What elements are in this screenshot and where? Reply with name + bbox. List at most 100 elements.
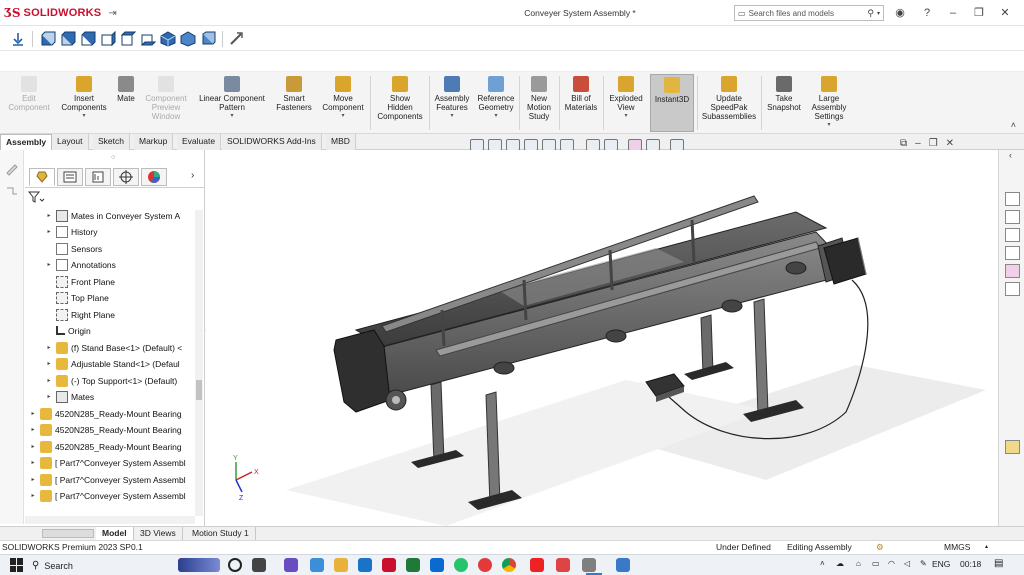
- chevron-up-icon[interactable]: ▴: [985, 541, 988, 554]
- file-explorer-icon[interactable]: [1005, 228, 1020, 242]
- document-close-icon[interactable]: ✕: [946, 138, 954, 149]
- expand-icon[interactable]: ▸: [29, 410, 37, 417]
- taskbar-search[interactable]: ⚲ Search: [32, 558, 172, 573]
- chrome-icon[interactable]: [502, 558, 516, 572]
- tree-node-part[interactable]: ▸[ Part7^Conveyer System Assembl: [29, 488, 186, 503]
- tree-node-annotations[interactable]: ▸ Annotations: [45, 257, 116, 272]
- trimetric-view-icon[interactable]: [180, 31, 196, 47]
- tree-node-component[interactable]: ▸ Adjustable Stand<1> (Defaul: [45, 356, 180, 371]
- show-hidden-components-button[interactable]: Show Hidden Components: [373, 74, 427, 132]
- left-view-icon[interactable]: [80, 31, 96, 47]
- exploded-view-button[interactable]: Exploded View ▾: [605, 74, 647, 132]
- expand-icon[interactable]: ▸: [29, 492, 37, 499]
- mate-button[interactable]: Mate: [113, 74, 139, 132]
- tab-dimxpert[interactable]: [113, 168, 139, 186]
- chevron-down-icon[interactable]: ▾: [56, 112, 112, 121]
- pin-icon[interactable]: ⇥: [108, 8, 116, 19]
- tree-horizontal-scrollbar[interactable]: [25, 516, 195, 524]
- battery-icon[interactable]: ▭: [872, 559, 880, 568]
- expand-icon[interactable]: ▸: [29, 476, 37, 483]
- tray-chevron-icon[interactable]: ˄: [820, 559, 825, 568]
- take-snapshot-button[interactable]: Take Snapshot: [763, 74, 805, 132]
- document-restore-icon[interactable]: ❐: [929, 138, 938, 149]
- search-scope-icon[interactable]: ▭: [738, 9, 746, 18]
- front-view-icon[interactable]: [40, 31, 56, 47]
- assembly-features-button[interactable]: Assembly Features ▾: [432, 74, 472, 132]
- tab-feature-tree[interactable]: [29, 168, 55, 186]
- instant3d-button[interactable]: Instant3D: [650, 74, 694, 132]
- expand-icon[interactable]: ▸: [45, 228, 53, 235]
- search-dropdown-icon[interactable]: ▾: [877, 10, 880, 17]
- tab-mbd[interactable]: MBD: [326, 134, 356, 150]
- instant3d-task-icon[interactable]: [1005, 440, 1020, 454]
- appearances-icon[interactable]: [1005, 264, 1020, 278]
- cloud-icon[interactable]: ☁: [836, 559, 844, 568]
- tree-node-right-plane[interactable]: Right Plane: [45, 307, 115, 322]
- isometric-view-icon[interactable]: [160, 31, 176, 47]
- whatsapp-icon[interactable]: [454, 558, 468, 572]
- graphics-area[interactable]: Y X Z: [206, 150, 998, 526]
- edit-component-button[interactable]: Edit Component: [4, 74, 54, 132]
- chevron-down-icon[interactable]: ▾: [194, 112, 270, 121]
- wifi-icon[interactable]: ◠: [888, 559, 895, 568]
- tab-evaluate[interactable]: Evaluate: [177, 134, 222, 150]
- custom-properties-icon[interactable]: [1005, 282, 1020, 296]
- expand-icon[interactable]: ▸: [45, 212, 53, 219]
- design-library-icon[interactable]: [1005, 210, 1020, 224]
- youtube-icon[interactable]: [530, 558, 544, 572]
- tab-configuration-manager[interactable]: [85, 168, 111, 186]
- tile-icon[interactable]: ⧉: [900, 138, 907, 149]
- tree-node-mates-folder[interactable]: ▸ Mates in Conveyer System A: [45, 208, 180, 223]
- linear-component-pattern-button[interactable]: Linear Component Pattern ▾: [194, 74, 270, 132]
- notifications-icon[interactable]: ▤: [994, 558, 1003, 569]
- expand-icon[interactable]: ▸: [45, 377, 53, 384]
- document-minimize-icon[interactable]: –: [915, 138, 921, 149]
- tree-node-bearing[interactable]: ▸ 4520N285_Ready-Mount Bearing: [29, 422, 182, 437]
- tree-node-bearing[interactable]: ▸ 4520N285_Ready-Mount Bearing: [29, 439, 182, 454]
- search-box[interactable]: ▭ Search files and models ⚲ ▾: [734, 5, 884, 21]
- bill-of-materials-button[interactable]: Bill of Materials: [561, 74, 601, 132]
- tree-node-bearing[interactable]: ▸ 4520N285_Ready-Mount Bearing: [29, 406, 182, 421]
- dimension-icon[interactable]: [5, 184, 19, 198]
- app-icon[interactable]: [582, 558, 596, 572]
- network-icon[interactable]: ⌂: [856, 559, 861, 568]
- tree-vertical-scrollbar[interactable]: [195, 210, 203, 516]
- photos-icon[interactable]: [616, 558, 630, 572]
- word-icon[interactable]: [358, 558, 372, 572]
- smart-fasteners-button[interactable]: Smart Fasteners: [272, 74, 316, 132]
- tree-node-front-plane[interactable]: Front Plane: [45, 274, 115, 289]
- opera-icon[interactable]: [478, 558, 492, 572]
- tab-sketch[interactable]: Sketch: [93, 134, 130, 150]
- expand-icon[interactable]: ▸: [45, 393, 53, 400]
- chevron-right-icon[interactable]: ›: [191, 170, 194, 181]
- move-component-button[interactable]: Move Component ▾: [318, 74, 368, 132]
- expand-icon[interactable]: ▸: [29, 426, 37, 433]
- volume-icon[interactable]: ◁: [904, 559, 910, 568]
- solidworks-logo[interactable]: ƷS SOLIDWORKS ⇥: [4, 5, 117, 21]
- units-selector[interactable]: MMGS: [944, 541, 970, 554]
- tree-node-part[interactable]: ▸[ Part7^Conveyer System Assembl: [29, 472, 186, 487]
- tree-node-history[interactable]: ▸ History: [45, 224, 97, 239]
- tab-3d-views[interactable]: 3D Views: [134, 527, 183, 540]
- tree-node-mates[interactable]: ▸ Mates: [45, 389, 94, 404]
- view-palette-icon[interactable]: [1005, 246, 1020, 260]
- expand-icon[interactable]: ▸: [45, 261, 53, 268]
- windows-start-icon[interactable]: [10, 558, 24, 572]
- outlook-icon[interactable]: [430, 558, 444, 572]
- edge-icon[interactable]: [310, 558, 324, 572]
- tab-model[interactable]: Model: [96, 527, 134, 540]
- collapse-ribbon-icon[interactable]: ˄: [1011, 120, 1016, 130]
- chevron-down-icon[interactable]: ▾: [806, 121, 852, 130]
- expand-icon[interactable]: ▸: [29, 443, 37, 450]
- filter-icon[interactable]: [27, 190, 45, 204]
- user-icon[interactable]: ◉: [893, 6, 907, 20]
- tab-scroll-controls[interactable]: [42, 529, 94, 538]
- tab-assembly[interactable]: Assembly: [0, 134, 53, 150]
- expand-icon[interactable]: ▸: [45, 360, 53, 367]
- back-view-icon[interactable]: [60, 31, 76, 47]
- chevron-down-icon[interactable]: ▾: [474, 112, 518, 121]
- restore-icon[interactable]: ❐: [972, 6, 986, 20]
- tab-display-manager[interactable]: [141, 168, 167, 186]
- expand-icon[interactable]: ▸: [29, 459, 37, 466]
- chevron-down-icon[interactable]: ▾: [432, 112, 472, 121]
